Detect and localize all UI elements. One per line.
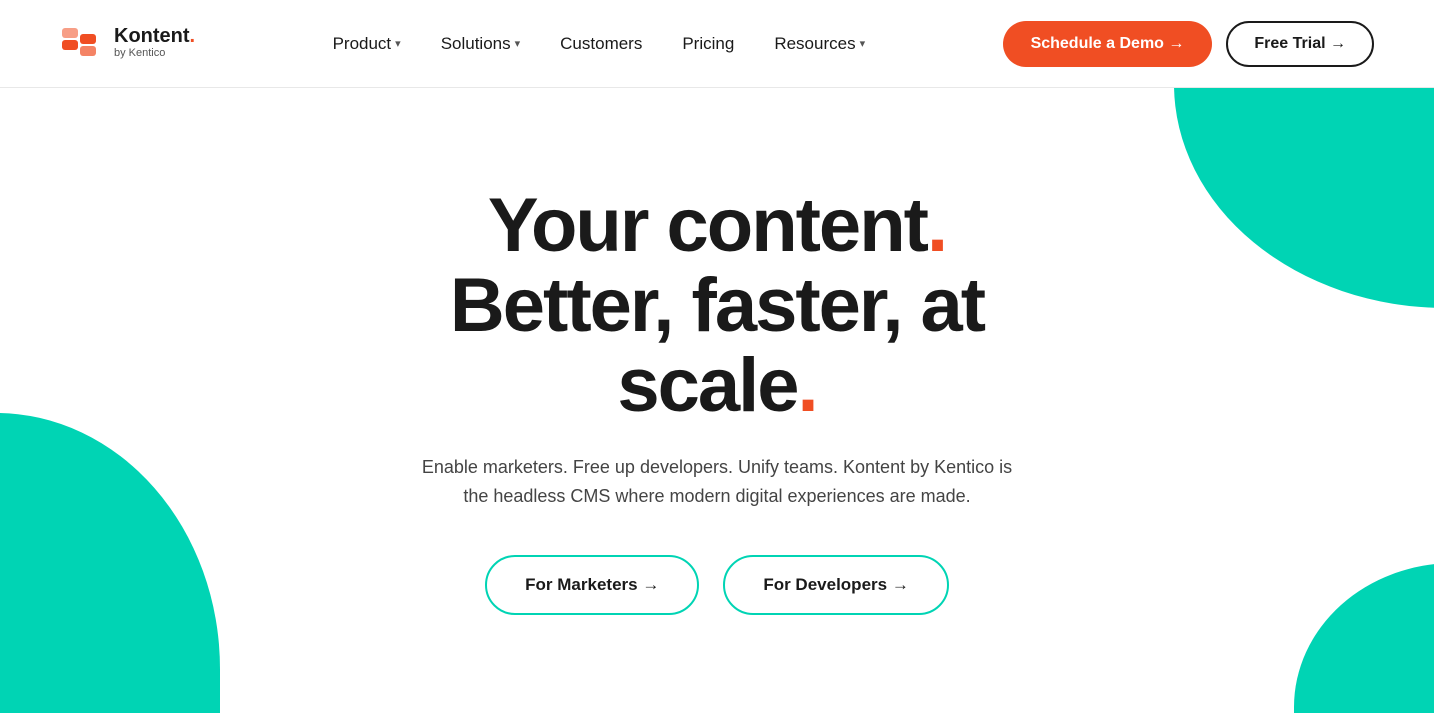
hero-section: Your content. Better, faster, at scale. … — [0, 88, 1434, 713]
nav-item-solutions[interactable]: Solutions ▾ — [425, 26, 536, 62]
chevron-down-icon: ▾ — [395, 37, 401, 50]
nav-item-resources[interactable]: Resources ▾ — [758, 26, 881, 62]
blob-bottom-right — [1294, 563, 1434, 713]
nav-item-customers[interactable]: Customers — [544, 26, 658, 62]
navbar: Kontent. by Kentico Product ▾ Solutions … — [0, 0, 1434, 88]
chevron-down-icon: ▾ — [860, 37, 866, 50]
nav-item-pricing[interactable]: Pricing — [666, 26, 750, 62]
hero-content: Your content. Better, faster, at scale. … — [337, 186, 1097, 615]
nav-item-product[interactable]: Product ▾ — [317, 26, 417, 62]
for-developers-button[interactable]: For Developers → — [723, 555, 949, 615]
brand-name: Kontent. — [114, 26, 195, 46]
hero-subtitle: Enable marketers. Free up developers. Un… — [407, 453, 1027, 511]
for-marketers-button[interactable]: For Marketers → — [485, 555, 699, 615]
orange-dot-2: . — [798, 343, 817, 428]
logo-icon — [60, 22, 104, 66]
hero-title: Your content. Better, faster, at scale. — [357, 186, 1077, 425]
blob-top-right — [1174, 88, 1434, 308]
logo[interactable]: Kontent. by Kentico — [60, 22, 195, 66]
schedule-demo-button[interactable]: Schedule a Demo → — [1003, 21, 1213, 67]
chevron-down-icon: ▾ — [515, 37, 521, 50]
nav-actions: Schedule a Demo → Free Trial → — [1003, 21, 1374, 67]
orange-dot-1: . — [927, 183, 946, 268]
nav-links: Product ▾ Solutions ▾ Customers Pricing … — [317, 26, 882, 62]
hero-buttons: For Marketers → For Developers → — [357, 555, 1077, 615]
blob-left — [0, 413, 220, 713]
brand-dot: . — [190, 25, 196, 47]
brand-sub: by Kentico — [114, 46, 195, 60]
free-trial-button[interactable]: Free Trial → — [1226, 21, 1374, 67]
